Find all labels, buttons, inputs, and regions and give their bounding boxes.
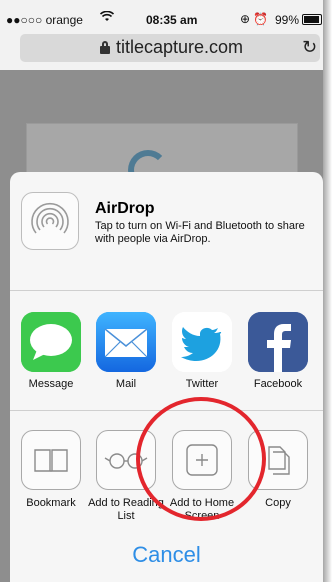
address-bar[interactable]: titlecapture.com ↻ [20,34,320,62]
frame-shadow [323,0,332,582]
bookmark-label: Bookmark [26,497,76,509]
book-icon [34,449,68,472]
bookmark-button[interactable] [21,430,81,490]
url-text: titlecapture.com [116,37,244,57]
wifi-icon [99,10,115,25]
twitter-label: Twitter [185,378,219,390]
airdrop-title: AirDrop [95,200,155,217]
twitter-app-button[interactable] [172,312,232,372]
cancel-button[interactable]: Cancel [10,542,323,568]
lock-icon [100,41,110,54]
twitter-icon [172,312,232,372]
alarm-icon: ⏰ [253,12,269,26]
status-time: 08:35 am [146,13,198,27]
divider [10,290,323,291]
airdrop-icon[interactable] [21,192,79,250]
facebook-label: Facebook [253,378,303,390]
rotation-lock-icon: ⊕ ⏰ [240,12,269,26]
airdrop-description: Tap to turn on Wi-Fi and Bluetooth to sh… [95,220,305,245]
address-bar-container: titlecapture.com ↻ [0,30,323,70]
message-label: Message [28,378,74,390]
phone-screen: ●●○○○ orange 08:35 am ⊕ ⏰ 99% titlecaptu… [0,0,323,582]
message-icon [21,312,81,372]
facebook-icon [248,312,308,372]
mail-icon [96,312,156,372]
mail-app-button[interactable] [96,312,156,372]
status-bar: ●●○○○ orange 08:35 am ⊕ ⏰ 99% [0,0,323,30]
battery-percentage: 99% [275,13,300,27]
carrier-label: ●●○○○ orange [6,13,83,27]
battery-icon [302,14,322,25]
message-app-button[interactable] [21,312,81,372]
highlight-circle [136,397,266,521]
facebook-app-button[interactable] [248,312,308,372]
share-sheet: AirDrop Tap to turn on Wi-Fi and Bluetoo… [10,172,323,582]
mail-label: Mail [115,378,137,390]
reload-icon[interactable]: ↻ [302,37,317,58]
